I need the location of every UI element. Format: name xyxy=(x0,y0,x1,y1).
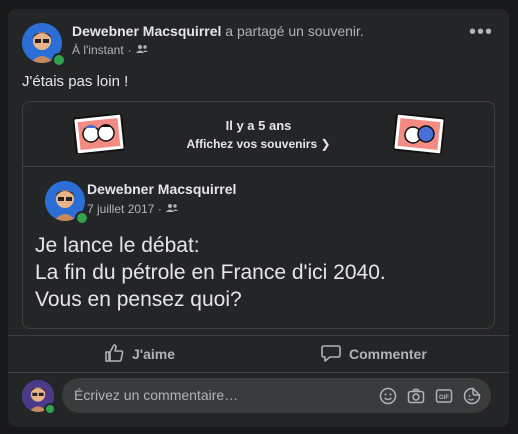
post-header-line: Dewebner Macsquirrel a partagé un souven… xyxy=(72,23,364,39)
svg-text:GIF: GIF xyxy=(439,395,449,401)
online-status-dot xyxy=(52,53,66,67)
memory-illustration-right xyxy=(392,112,446,159)
friends-icon[interactable] xyxy=(135,43,148,57)
comment-input[interactable]: Écrivez un commentaire… GIF xyxy=(62,378,491,413)
shared-author-name[interactable]: Dewebner Macsquirrel xyxy=(87,181,236,197)
comment-bubble-icon xyxy=(321,344,341,365)
current-user-online-dot xyxy=(44,403,56,415)
post-actions-bar: J'aime Commenter xyxy=(8,335,509,373)
chevron-right-icon: ❯ xyxy=(320,137,331,151)
author-name[interactable]: Dewebner Macsquirrel xyxy=(72,23,221,39)
friends-icon[interactable] xyxy=(165,202,178,216)
memory-box[interactable]: Il y a 5 ans Affichez vos souvenirs ❯ De… xyxy=(22,101,495,329)
comment-label: Commenter xyxy=(349,346,427,362)
shared-post-line: Vous en pensez quoi? xyxy=(35,288,242,311)
memory-banner[interactable]: Il y a 5 ans Affichez vos souvenirs ❯ xyxy=(23,102,494,167)
thumbs-up-icon xyxy=(104,343,124,365)
like-label: J'aime xyxy=(132,346,176,362)
post-card: Dewebner Macsquirrel a partagé un souven… xyxy=(8,9,509,427)
sticker-icon[interactable] xyxy=(463,387,481,410)
shared-post-line: La fin du pétrole en France d'ici 2040. xyxy=(35,261,386,284)
shared-post-meta: 7 juillet 2017 · xyxy=(87,202,178,216)
post-meta: À l'instant · xyxy=(72,43,148,57)
shared-post-text: Je lance le débat: La fin du pétrole en … xyxy=(35,232,386,313)
camera-icon[interactable] xyxy=(407,387,425,410)
shared-post-line: Je lance le débat: xyxy=(35,234,200,257)
comment-button[interactable]: Commenter xyxy=(321,336,427,372)
comment-placeholder: Écrivez un commentaire… xyxy=(74,387,239,403)
like-button[interactable]: J'aime xyxy=(104,336,175,372)
more-options-icon[interactable]: ••• xyxy=(469,22,493,42)
post-timestamp[interactable]: À l'instant xyxy=(72,43,124,57)
shared-post-date[interactable]: 7 juillet 2017 · xyxy=(87,202,162,216)
gif-icon[interactable]: GIF xyxy=(435,387,453,410)
post-action-text: a partagé un souvenir. xyxy=(225,23,364,39)
post-text: J'étais pas loin ! xyxy=(22,73,129,90)
emoji-icon[interactable] xyxy=(379,387,397,410)
comment-input-icons: GIF xyxy=(379,387,481,410)
see-memories-label: Affichez vos souvenirs xyxy=(186,137,318,151)
